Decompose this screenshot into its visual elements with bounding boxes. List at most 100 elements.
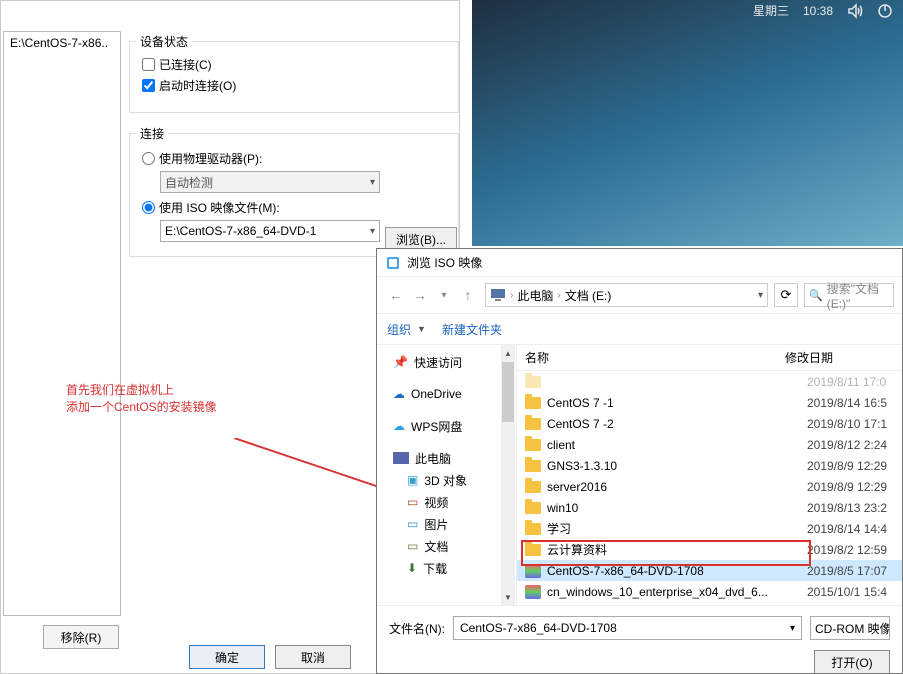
tree-this-pc[interactable]: 此电脑 <box>377 447 516 469</box>
cube-icon: ▣ <box>407 473 418 487</box>
annotation-line: 首先我们在虚拟机上 <box>66 382 217 399</box>
scroll-up-button[interactable]: ▲ <box>501 345 515 361</box>
connect-on-power-checkbox[interactable] <box>142 79 155 92</box>
scroll-down-button[interactable]: ▼ <box>501 589 515 605</box>
tree-pictures[interactable]: ▭图片 <box>377 513 516 535</box>
tree-onedrive[interactable]: ☁OneDrive <box>377 383 516 405</box>
ok-button[interactable]: 确定 <box>189 645 265 669</box>
file-open-dialog: 浏览 ISO 映像 ← → ▾ ↑ › 此电脑 › 文档 (E:) ▾ ⟳ 🔍 … <box>376 248 903 674</box>
list-item[interactable]: CentOS-7-x86_64-DVD-17082019/8/5 17:07 <box>517 560 902 581</box>
app-icon <box>385 255 401 271</box>
tree-3d-objects[interactable]: ▣3D 对象 <box>377 469 516 491</box>
list-item[interactable]: CentOS 7 -2 2019/8/10 17:1 <box>517 413 902 434</box>
iso-path-dropdown[interactable]: E:\CentOS-7-x86_64-DVD-1 ▾ <box>160 220 380 242</box>
file-name: cn_windows_10_enterprise_x04_dvd_6... <box>547 585 801 599</box>
breadcrumb-item[interactable]: 文档 (E:) <box>565 287 612 304</box>
pc-icon <box>393 452 409 464</box>
list-body: 2019/8/11 17:0 CentOS 7 -12019/8/14 16:5… <box>517 371 902 602</box>
iso-icon <box>525 564 541 578</box>
chevron-down-icon[interactable]: ▾ <box>790 623 795 634</box>
col-date-header[interactable]: 修改日期 <box>785 349 833 366</box>
list-item[interactable]: client2019/8/12 2:24 <box>517 434 902 455</box>
file-name: win10 <box>547 501 801 515</box>
chevron-right-icon: › <box>510 290 513 301</box>
chevron-down-icon[interactable]: ▼ <box>417 324 426 334</box>
chevron-right-icon: › <box>557 290 560 301</box>
use-iso-radio-row[interactable]: 使用 ISO 映像文件(M): <box>142 199 446 216</box>
folder-icon <box>525 502 541 514</box>
group-title: 连接 <box>136 125 168 142</box>
tree-downloads[interactable]: ⬇下载 <box>377 557 516 579</box>
chevron-down-icon[interactable]: ▾ <box>370 226 375 237</box>
tree-wps[interactable]: ☁WPS网盘 <box>377 415 516 437</box>
annotation-text: 首先我们在虚拟机上 添加一个CentOS的安装镜像 <box>66 382 217 416</box>
up-button[interactable]: ↑ <box>457 284 479 306</box>
list-item[interactable]: 2019/8/11 17:0 <box>517 371 902 392</box>
search-input[interactable]: 🔍 搜索"文档 (E:)" <box>804 283 894 307</box>
tree-scrollbar[interactable]: ▲ ▼ <box>501 345 515 605</box>
connected-checkbox-row[interactable]: 已连接(C) <box>142 56 446 73</box>
guest-desktop-preview: 星期三 10:38 <box>472 0 903 246</box>
connected-checkbox[interactable] <box>142 58 155 71</box>
scroll-thumb[interactable] <box>502 362 514 422</box>
tree-videos[interactable]: ▭视频 <box>377 491 516 513</box>
folder-icon <box>525 523 541 535</box>
tree-label: OneDrive <box>411 387 462 401</box>
file-name: server2016 <box>547 480 801 494</box>
search-placeholder: 搜索"文档 (E:)" <box>827 280 889 311</box>
file-name-combobox[interactable]: CentOS-7-x86_64-DVD-1708 ▾ <box>453 616 802 640</box>
tree-quick-access[interactable]: 📌快速访问 <box>377 351 516 373</box>
folder-icon <box>525 460 541 472</box>
remove-button[interactable]: 移除(R) <box>43 625 119 649</box>
file-name-label: 文件名(N): <box>389 620 445 637</box>
list-item[interactable]: cn_windows_10_enterprise_x04_dvd_6...201… <box>517 581 902 602</box>
use-physical-radio-row[interactable]: 使用物理驱动器(P): <box>142 150 446 167</box>
device-list: E:\CentOS-7-x86.. <box>3 31 121 616</box>
file-list: 名称 修改日期 2019/8/11 17:0 CentOS 7 -12019/8… <box>517 345 902 605</box>
chevron-down-icon[interactable]: ▾ <box>758 290 763 301</box>
back-button[interactable]: ← <box>385 284 407 306</box>
tree-documents[interactable]: ▭文档 <box>377 535 516 557</box>
list-item[interactable]: 云计算资料2019/8/2 12:59 <box>517 539 902 560</box>
group-title: 设备状态 <box>136 33 192 50</box>
tree-label: 下载 <box>423 560 447 577</box>
breadcrumb-bar[interactable]: › 此电脑 › 文档 (E:) ▾ <box>485 283 768 307</box>
list-item[interactable]: 学习2019/8/14 14:4 <box>517 518 902 539</box>
file-name: CentOS-7-x86_64-DVD-1708 <box>547 564 801 578</box>
filter-value: CD-ROM 映像 <box>815 620 890 637</box>
list-item[interactable]: CentOS 7 -12019/8/14 16:5 <box>517 392 902 413</box>
list-item[interactable]: server2016 2019/8/9 12:29 <box>517 476 902 497</box>
refresh-button[interactable]: ⟳ <box>774 283 798 307</box>
new-folder-button[interactable]: 新建文件夹 <box>442 321 502 338</box>
cancel-button[interactable]: 取消 <box>275 645 351 669</box>
toolbar: 组织 ▼ 新建文件夹 <box>377 313 902 345</box>
list-item[interactable]: GNS3-1.3.102019/8/9 12:29 <box>517 455 902 476</box>
list-header: 名称 修改日期 <box>517 345 902 371</box>
connected-label: 已连接(C) <box>159 56 212 73</box>
file-name: CentOS 7 -2 <box>547 417 801 431</box>
iso-path-value: E:\CentOS-7-x86_64-DVD-1 <box>165 224 316 238</box>
folder-icon <box>525 376 541 388</box>
list-item[interactable]: win102019/8/13 23:2 <box>517 497 902 518</box>
clock-label: 10:38 <box>803 4 833 18</box>
organize-menu[interactable]: 组织 <box>387 321 411 338</box>
file-date: 2019/8/10 17:1 <box>807 417 887 431</box>
folder-icon <box>525 418 541 430</box>
connect-on-power-row[interactable]: 启动时连接(O) <box>142 77 446 94</box>
device-status-group: 设备状态 已连接(C) 启动时连接(O) <box>129 41 459 113</box>
breadcrumb-item[interactable]: 此电脑 <box>517 287 553 304</box>
recent-locations-button[interactable]: ▾ <box>433 284 455 306</box>
device-list-item[interactable]: E:\CentOS-7-x86.. <box>4 32 120 54</box>
file-type-filter[interactable]: CD-ROM 映像 <box>810 616 890 640</box>
use-physical-radio[interactable] <box>142 152 155 165</box>
video-icon: ▭ <box>407 495 418 509</box>
cloud-icon: ☁ <box>393 419 405 433</box>
weekday-label: 星期三 <box>753 2 789 19</box>
use-iso-radio[interactable] <box>142 201 155 214</box>
folder-icon <box>525 544 541 556</box>
image-icon: ▭ <box>407 517 418 531</box>
file-date: 2019/8/9 12:29 <box>807 480 887 494</box>
forward-button[interactable]: → <box>409 284 431 306</box>
open-button[interactable]: 打开(O) <box>814 650 890 674</box>
col-name-header[interactable]: 名称 <box>525 349 785 366</box>
